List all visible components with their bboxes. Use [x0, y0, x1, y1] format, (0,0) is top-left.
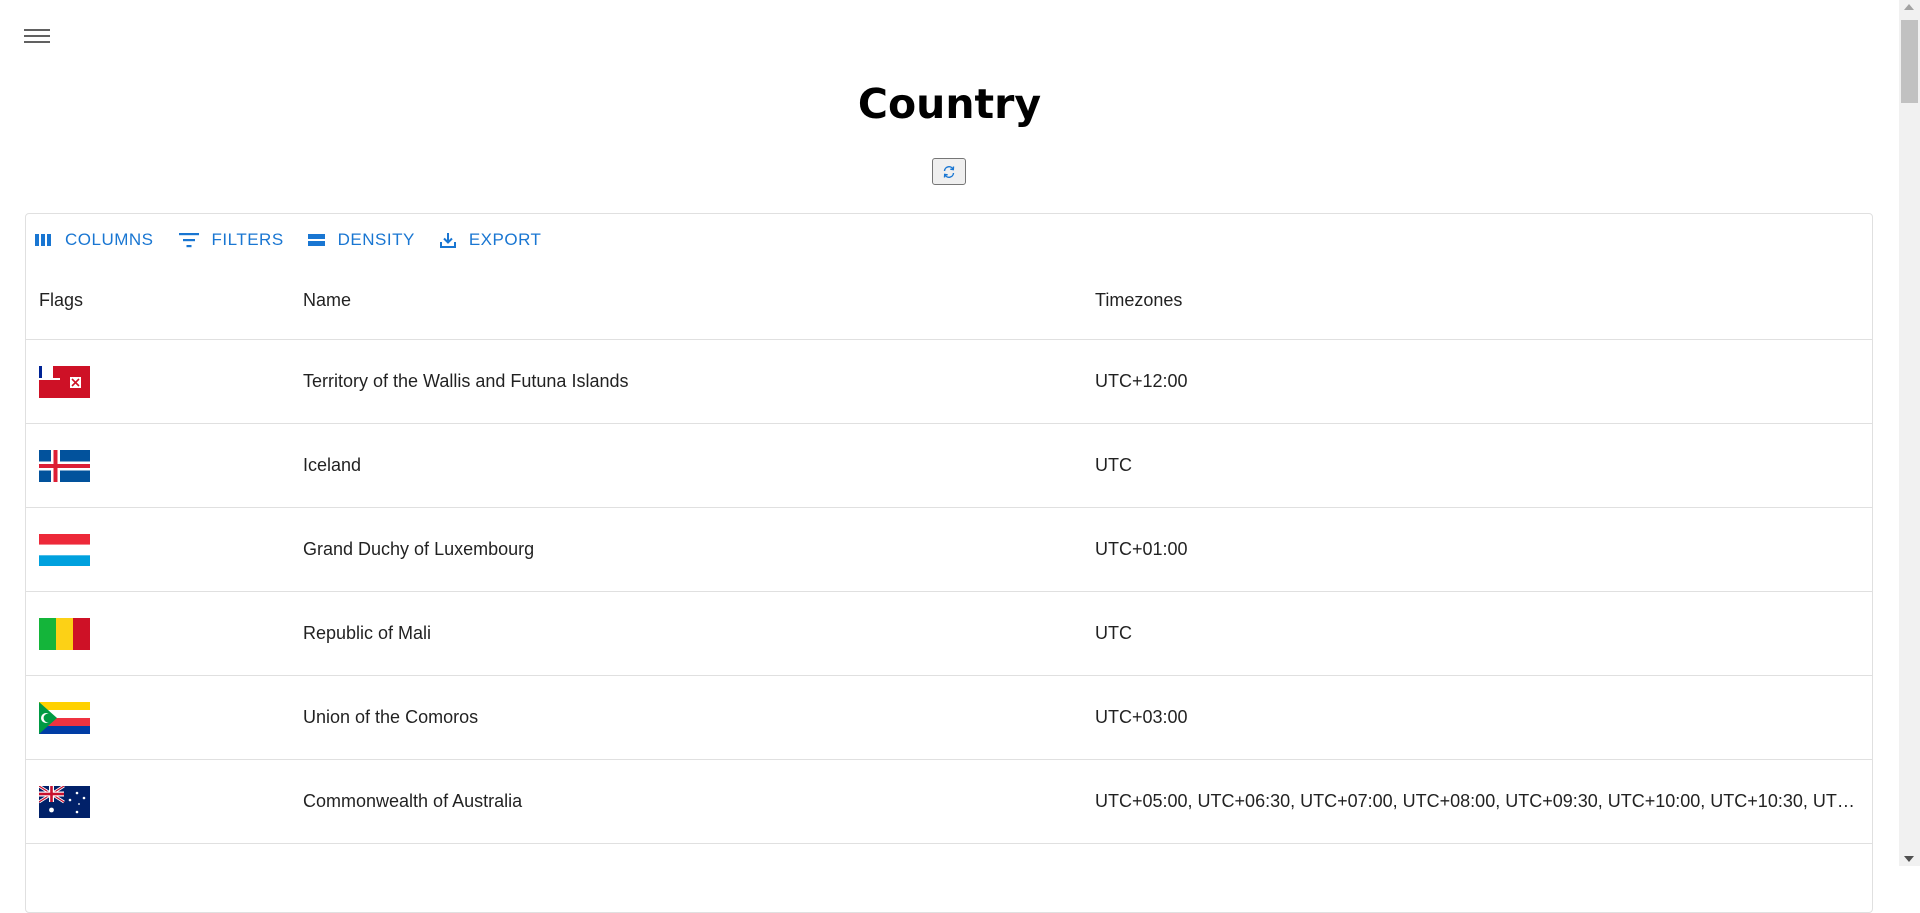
country-timezones: UTC	[1095, 623, 1132, 643]
scroll-up-icon[interactable]	[1904, 4, 1914, 10]
flag-iceland-icon	[39, 450, 90, 482]
country-name: Republic of Mali	[303, 623, 432, 643]
column-header-timezones[interactable]: Timezones	[1095, 262, 1182, 339]
filters-label: FILTERS	[211, 230, 284, 249]
country-timezones: UTC	[1095, 455, 1132, 475]
density-button[interactable]: DENSITY	[307, 224, 415, 256]
country-name: Territory of the Wallis and Futuna Islan…	[303, 371, 629, 391]
table-row[interactable]	[26, 844, 1872, 912]
flag-australia-icon	[39, 786, 90, 818]
columns-button[interactable]: COLUMNS	[35, 224, 154, 256]
menu-icon[interactable]	[22, 26, 52, 50]
scroll-thumb[interactable]	[1901, 20, 1918, 103]
column-header-name[interactable]: Name	[303, 262, 351, 339]
flag-luxembourg-icon	[39, 534, 90, 566]
refresh-icon	[943, 165, 955, 178]
table-row[interactable]: Iceland UTC	[26, 424, 1872, 508]
filters-button[interactable]: FILTERS	[178, 224, 284, 256]
density-icon	[307, 234, 325, 246]
country-name: Commonwealth of Australia	[303, 791, 523, 811]
flag-comoros-icon	[39, 702, 90, 734]
export-label: EXPORT	[468, 230, 542, 249]
flag-mali-icon	[39, 618, 90, 650]
flag-wallis-futuna-icon	[39, 366, 90, 398]
table-row[interactable]: Grand Duchy of Luxembourg UTC+01:00	[26, 508, 1872, 592]
column-header-flags[interactable]: Flags	[39, 262, 83, 339]
density-label: DENSITY	[337, 230, 415, 249]
filter-icon	[178, 233, 199, 248]
table-row[interactable]: Territory of the Wallis and Futuna Islan…	[26, 340, 1872, 424]
export-button[interactable]: EXPORT	[439, 224, 542, 256]
country-name: Grand Duchy of Luxembourg	[303, 539, 535, 559]
page-title: Country	[857, 80, 1042, 128]
table-row[interactable]: Union of the Comoros UTC+03:00	[26, 676, 1872, 760]
page-scrollbar[interactable]	[1899, 0, 1920, 866]
country-timezones: UTC+05:00, UTC+06:30, UTC+07:00, UTC+08:…	[1095, 791, 1861, 811]
table-row[interactable]: Commonwealth of Australia UTC+05:00, UTC…	[26, 760, 1872, 844]
data-grid: COLUMNS FILTERS DENSITY EXPORT Flags Nam…	[25, 213, 1873, 913]
country-timezones: UTC+12:00	[1095, 371, 1188, 391]
download-icon	[439, 233, 456, 248]
grid-header-row: Flags Name Timezones	[26, 262, 1872, 340]
country-name: Iceland	[303, 455, 362, 475]
columns-label: COLUMNS	[65, 230, 154, 249]
grid-toolbar: COLUMNS FILTERS DENSITY EXPORT	[35, 224, 565, 256]
country-timezones: UTC+03:00	[1095, 707, 1188, 727]
country-name: Union of the Comoros	[303, 707, 479, 727]
table-row[interactable]: Republic of Mali UTC	[26, 592, 1872, 676]
country-timezones: UTC+01:00	[1095, 539, 1188, 559]
refresh-button[interactable]	[932, 158, 966, 185]
scroll-down-icon[interactable]	[1904, 856, 1914, 862]
columns-icon	[35, 234, 51, 246]
